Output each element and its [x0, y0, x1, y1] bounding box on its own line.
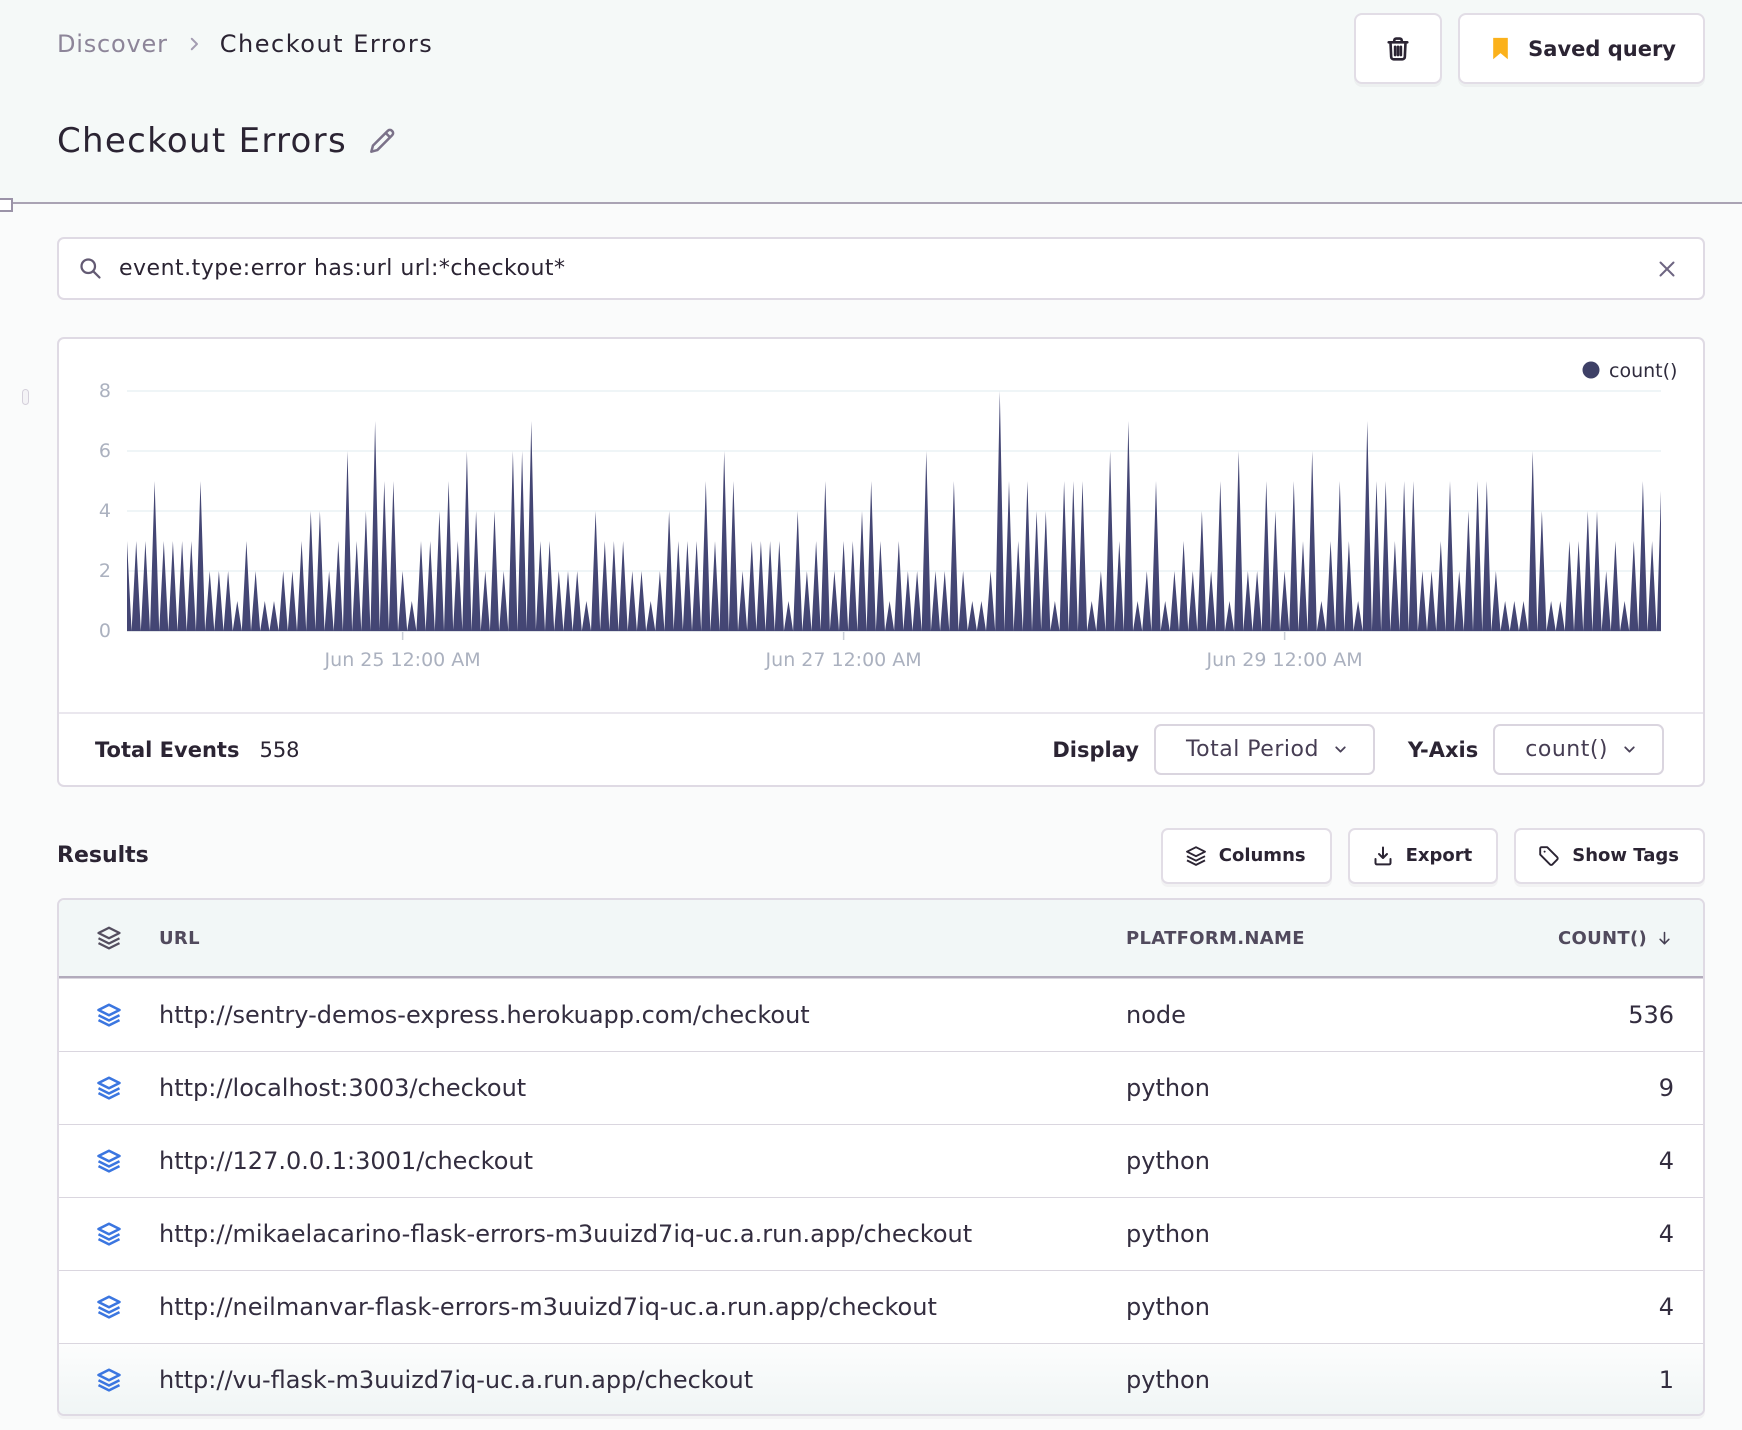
url-cell[interactable]: http://mikaelacarino-flask-errors-m3uuiz…	[159, 1220, 1126, 1248]
url-cell[interactable]: http://127.0.0.1:3001/checkout	[159, 1147, 1126, 1175]
platform-cell: python	[1126, 1220, 1210, 1248]
svg-text:6: 6	[99, 440, 111, 462]
count-cell: 4	[1658, 1293, 1674, 1321]
platform-cell: python	[1126, 1074, 1210, 1102]
results-actions: Columns Export Show Tags	[1145, 827, 1705, 884]
trash-icon	[1383, 34, 1413, 64]
count-cell: 1	[1658, 1366, 1674, 1394]
svg-text:8: 8	[99, 380, 111, 402]
table-row[interactable]: http://mikaelacarino-flask-errors-m3uuiz…	[59, 1197, 1703, 1270]
stack-icon[interactable]	[59, 1220, 159, 1248]
column-header-platform[interactable]: PLATFORM.NAME	[1126, 928, 1581, 949]
svg-text:Jun 25 12:00 AM: Jun 25 12:00 AM	[324, 649, 481, 671]
columns-label: Columns	[1218, 845, 1306, 866]
stack-icon[interactable]	[59, 1147, 159, 1175]
saved-query-button[interactable]: Saved query	[1458, 13, 1705, 84]
svg-text:Jun 29 12:00 AM: Jun 29 12:00 AM	[1206, 649, 1363, 671]
count-cell: 4	[1658, 1147, 1674, 1175]
header-divider	[0, 202, 1742, 204]
count-cell: 536	[1628, 1001, 1674, 1029]
table-row[interactable]: http://sentry-demos-express.herokuapp.co…	[59, 978, 1703, 1051]
search-query-input[interactable]: event.type:error has:url url:*checkout*	[119, 256, 1655, 281]
url-cell[interactable]: http://vu-flask-m3uuizd7iq-uc.a.run.app/…	[159, 1366, 1126, 1394]
stack-icon	[1184, 844, 1208, 868]
page-title: Checkout Errors	[57, 121, 347, 161]
total-events-label: Total Events	[95, 737, 240, 762]
download-icon	[1371, 844, 1395, 868]
bookmark-icon	[1487, 35, 1514, 62]
svg-text:4: 4	[99, 500, 111, 522]
yaxis-label: Y-Axis	[1407, 737, 1479, 762]
display-dropdown-value: Total Period	[1185, 737, 1319, 762]
display-dropdown[interactable]: Total Period	[1153, 724, 1375, 775]
search-icon	[77, 255, 104, 282]
columns-button[interactable]: Columns	[1160, 827, 1332, 884]
url-cell[interactable]: http://neilmanvar-flask-errors-m3uuizd7i…	[159, 1293, 1126, 1321]
delete-query-button[interactable]	[1354, 13, 1443, 84]
table-row[interactable]: http://127.0.0.1:3001/checkout python 4	[59, 1124, 1703, 1197]
stack-icon[interactable]	[59, 1366, 159, 1394]
breadcrumb: Discover Checkout Errors	[57, 30, 433, 58]
total-events-value: 558	[259, 737, 300, 762]
chevron-down-icon	[1621, 741, 1638, 758]
display-label: Display	[1052, 737, 1139, 762]
sort-desc-arrow-icon	[1655, 929, 1674, 948]
stack-icon[interactable]	[59, 1074, 159, 1102]
breadcrumb-current: Checkout Errors	[219, 30, 434, 58]
svg-text:Jun 27 12:00 AM: Jun 27 12:00 AM	[765, 649, 922, 671]
url-cell[interactable]: http://sentry-demos-express.herokuapp.co…	[159, 1001, 1126, 1029]
column-header-url[interactable]: URL	[159, 928, 1126, 949]
yaxis-dropdown[interactable]: count()	[1493, 724, 1664, 775]
chevron-down-icon	[1332, 741, 1349, 758]
stack-icon[interactable]	[59, 1293, 159, 1321]
breadcrumb-discover[interactable]: Discover	[57, 30, 168, 58]
platform-cell: python	[1126, 1147, 1210, 1175]
sidebar-collapse-handle[interactable]	[22, 389, 29, 405]
chart-footer: Total Events 558 Display Total Period Y-…	[59, 712, 1703, 785]
table-row[interactable]: http://vu-flask-m3uuizd7iq-uc.a.run.app/…	[59, 1343, 1703, 1414]
platform-cell: python	[1126, 1293, 1210, 1321]
page-title-row: Checkout Errors	[57, 121, 398, 161]
count-cell: 9	[1658, 1074, 1674, 1102]
sidebar-edge-notch[interactable]	[0, 198, 13, 212]
column-header-count[interactable]: COUNT()	[1558, 928, 1703, 949]
show-tags-label: Show Tags	[1572, 845, 1679, 866]
export-label: Export	[1405, 845, 1473, 866]
table-header-row: URL PLATFORM.NAME COUNT()	[59, 900, 1703, 978]
platform-cell: node	[1126, 1001, 1186, 1029]
area-chart: 0 2 4 6 8 Jun 25 12:00 AM Jun 27 12:00 AM Jun 2…	[99, 360, 1678, 671]
saved-query-label: Saved query	[1528, 36, 1676, 61]
yaxis-dropdown-value: count()	[1525, 737, 1608, 762]
results-table: URL PLATFORM.NAME COUNT() http://sentry-…	[57, 898, 1705, 1416]
stack-icon[interactable]	[59, 924, 159, 952]
table-row[interactable]: http://neilmanvar-flask-errors-m3uuizd7i…	[59, 1270, 1703, 1343]
show-tags-button[interactable]: Show Tags	[1514, 827, 1705, 884]
events-chart-card: 0 2 4 6 8 Jun 25 12:00 AM Jun 27 12:00 AM Jun 2…	[57, 337, 1705, 787]
count-header-label: COUNT()	[1557, 927, 1647, 949]
header-actions: Saved query	[1354, 13, 1705, 84]
chevron-right-icon	[185, 35, 203, 53]
results-header-row: Results Columns Export Show Tags	[57, 827, 1705, 884]
edit-title-pencil-icon[interactable]	[366, 125, 398, 157]
clear-search-icon[interactable]	[1655, 257, 1679, 281]
platform-cell: python	[1126, 1366, 1210, 1394]
export-button[interactable]: Export	[1347, 827, 1499, 884]
url-cell[interactable]: http://localhost:3003/checkout	[159, 1074, 1126, 1102]
svg-text:2: 2	[99, 560, 111, 582]
svg-text:count(): count()	[1609, 360, 1677, 382]
table-row[interactable]: http://localhost:3003/checkout python 9	[59, 1051, 1703, 1124]
events-chart[interactable]: 0 2 4 6 8 Jun 25 12:00 AM Jun 27 12:00 AM Jun 2…	[59, 339, 1703, 712]
stack-icon[interactable]	[59, 1001, 159, 1029]
tag-icon	[1537, 844, 1561, 868]
svg-text:0: 0	[99, 620, 111, 642]
results-heading: Results	[57, 843, 149, 868]
count-cell: 4	[1658, 1220, 1674, 1248]
search-bar[interactable]: event.type:error has:url url:*checkout*	[57, 237, 1705, 300]
